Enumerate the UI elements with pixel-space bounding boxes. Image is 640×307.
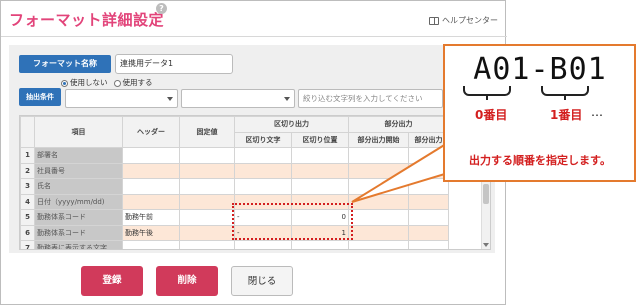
callout-pointer [351, 142, 460, 203]
scroll-thumb[interactable] [483, 184, 489, 204]
ellipsis: … [591, 105, 603, 119]
help-center-link[interactable]: ヘルプセンター [429, 15, 498, 26]
row-number: 1 [20, 147, 35, 164]
item-cell: 社員番号 [34, 162, 123, 179]
row-number: 6 [20, 224, 35, 241]
partial-start-cell[interactable] [348, 224, 409, 241]
delim-char-cell[interactable] [234, 147, 292, 164]
item-cell: 部署名 [34, 147, 123, 164]
item-cell: 日付（yyyy/mm/dd) [34, 193, 123, 210]
help-question-icon[interactable]: ? [156, 3, 167, 14]
scroll-down-icon[interactable] [483, 243, 489, 247]
partial-rest-cell[interactable] [408, 224, 449, 241]
register-button[interactable]: 登録 [81, 266, 143, 296]
highlight-box [232, 203, 353, 240]
fixed-cell[interactable] [179, 162, 235, 179]
condition-select-2[interactable] [181, 89, 295, 108]
book-icon [429, 16, 439, 25]
header-cell[interactable]: 勤務午後 [122, 224, 180, 241]
item-cell: 氏名 [34, 178, 123, 195]
radio-not-use[interactable]: 使用しない [61, 77, 108, 88]
chevron-down-icon [167, 97, 173, 101]
radio-use[interactable]: 使用する [113, 77, 153, 88]
fixed-cell[interactable] [179, 178, 235, 195]
code-example: A01-B01 [473, 52, 607, 87]
row-number: 5 [20, 209, 35, 226]
chevron-down-icon [284, 97, 290, 101]
first-segment-label: 0番目 [475, 108, 508, 122]
radio-use-label: 使用する [122, 78, 153, 87]
radio-not-use-label: 使用しない [70, 78, 108, 87]
header-cell[interactable]: 勤務午前 [122, 209, 180, 226]
close-button[interactable]: 閉じる [231, 266, 293, 296]
row-number: 2 [20, 162, 35, 179]
help-center-label: ヘルプセンター [442, 16, 498, 25]
fixed-cell[interactable] [179, 147, 235, 164]
radio-not-use-dot [61, 79, 68, 87]
format-name-input[interactable]: 連携用データ1 [115, 54, 233, 74]
delim-pos-cell[interactable] [291, 240, 349, 249]
fixed-cell[interactable] [179, 224, 235, 241]
col-rownum [20, 116, 35, 148]
format-name-label: フォーマット名称 [19, 55, 111, 73]
partial-start-cell[interactable] [348, 240, 409, 249]
delete-button[interactable]: 削除 [156, 266, 218, 296]
brace-second [541, 86, 589, 100]
page-title: フォーマット詳細設定 [9, 11, 165, 29]
radio-use-dot [113, 79, 121, 87]
delim-char-cell[interactable] [234, 162, 292, 179]
second-segment-label: 1番目 [550, 108, 583, 122]
condition-select-1[interactable] [65, 89, 178, 108]
col-delimiter-char: 区切り文字 [234, 131, 292, 148]
header-cell[interactable] [122, 147, 180, 164]
fixed-cell[interactable] [179, 240, 235, 249]
header-cell[interactable] [122, 240, 180, 249]
row-number: 3 [20, 178, 35, 195]
header-cell[interactable] [122, 178, 180, 195]
item-cell: 勤務表に表示する文字… [34, 240, 123, 249]
annotation-callout: A01-B01 0番目 1番目 … 出力する順番を指定します。 [443, 44, 636, 182]
col-fixed: 固定値 [179, 116, 235, 148]
brace-first [463, 86, 511, 100]
header-cell[interactable] [122, 193, 180, 210]
row-number: 4 [20, 193, 35, 210]
callout-message: 出力する順番を指定します。 [469, 154, 611, 167]
col-delimiter-group: 区切り出力 [234, 116, 349, 133]
condition-label: 抽出条件 [19, 88, 61, 106]
row-number: 7 [20, 240, 35, 249]
partial-rest-cell[interactable] [408, 240, 449, 249]
delim-char-cell[interactable] [234, 240, 292, 249]
fixed-cell[interactable] [179, 193, 235, 210]
item-cell: 勤務体系コード [34, 224, 123, 241]
header-cell[interactable] [122, 162, 180, 179]
delim-char-cell[interactable] [234, 178, 292, 195]
title-divider [1, 36, 507, 37]
table-row: 7 勤務表に表示する文字… [20, 240, 449, 249]
col-partial-group: 部分出力 [348, 116, 449, 133]
fixed-cell[interactable] [179, 209, 235, 226]
col-header: ヘッダー [122, 116, 180, 148]
condition-radio-group: 使用しない 使用する [61, 77, 153, 88]
item-cell: 勤務体系コード [34, 209, 123, 226]
col-item: 項目 [34, 116, 123, 148]
filter-search-input[interactable]: 絞り込む文字列を入力してください [298, 89, 443, 108]
